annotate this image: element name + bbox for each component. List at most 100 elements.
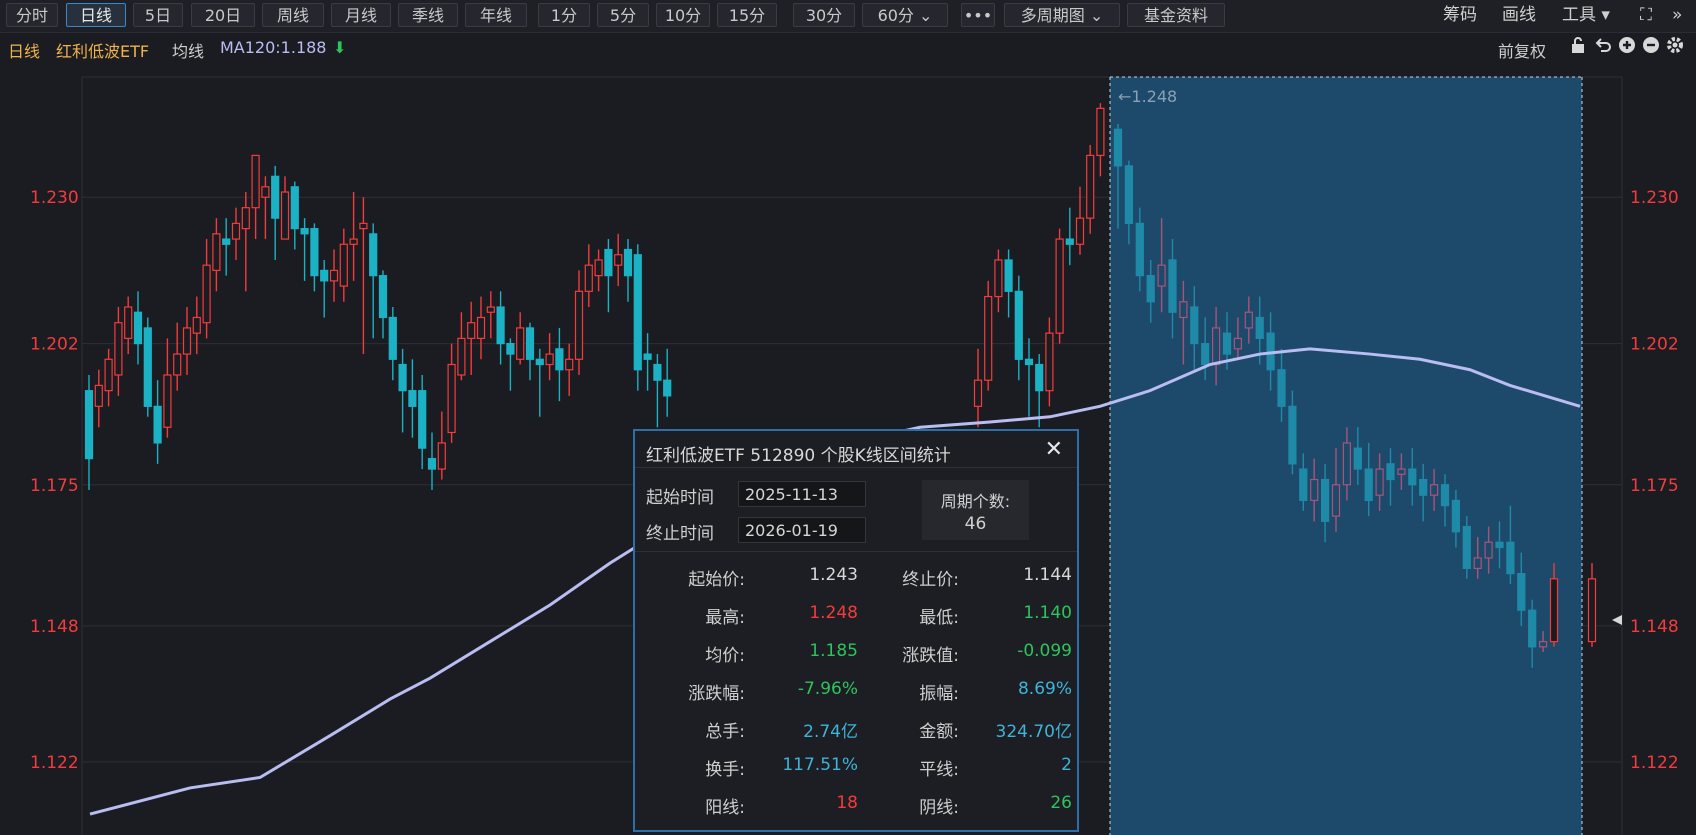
stat-key: 最高:	[705, 608, 745, 628]
candle-body	[555, 348, 564, 371]
stock-name: 红利低波ETF	[56, 42, 150, 61]
candle	[447, 343, 456, 443]
max-price-label: ←1.248	[1118, 87, 1177, 106]
period-button-3[interactable]: 20日	[191, 3, 255, 27]
candle-body	[1124, 165, 1134, 224]
period-button-14[interactable]: •••	[961, 3, 995, 27]
end-time-field[interactable]: 2026-01-19	[738, 517, 866, 543]
candle-body	[271, 175, 280, 219]
candle	[320, 259, 329, 318]
period-button-16[interactable]: 基金资料	[1127, 3, 1225, 27]
period-button-8[interactable]: 1分	[538, 3, 590, 27]
candle-body	[1045, 332, 1054, 392]
stat-value: -7.96%	[797, 679, 858, 699]
candle-body	[1462, 525, 1471, 569]
candle	[663, 348, 672, 417]
fq-label[interactable]: 前复权	[1498, 38, 1546, 62]
candle	[437, 411, 446, 480]
period-button-15[interactable]: 多周期图 ⌄	[1004, 3, 1120, 27]
candle-body	[1277, 369, 1286, 407]
candle-body	[241, 207, 250, 230]
candle	[251, 154, 260, 240]
period-button-2[interactable]: 5日	[133, 3, 183, 27]
candle	[300, 218, 309, 281]
period-button-0[interactable]: 分时	[6, 3, 58, 27]
candle-body	[1004, 259, 1013, 292]
candle-body	[104, 358, 113, 392]
period-button-12[interactable]: 30分	[793, 3, 855, 27]
toolbar-right-item-1[interactable]: 画线	[1502, 3, 1536, 27]
period-button-7[interactable]: 年线	[465, 3, 527, 27]
candle-body	[984, 295, 993, 381]
candle	[535, 348, 544, 417]
period-button-5[interactable]: 月线	[331, 3, 391, 27]
dialog-title: 红利低波ETF 512890 个股K线区间统计	[646, 446, 951, 466]
fullscreen-icon[interactable]: ⛶	[1640, 3, 1652, 27]
toolbar-right-item-2[interactable]: 工具 ▾	[1562, 3, 1610, 27]
candle-body	[1506, 541, 1515, 575]
candle-body	[1233, 337, 1243, 350]
period-button-11[interactable]: 15分	[717, 3, 777, 27]
candle-body	[447, 363, 456, 434]
indicator-info-row: 日线 红利低波ETF 均线 MA120:1.188 ⬇ 前复权	[0, 33, 1696, 63]
divider	[635, 551, 1077, 552]
toolbar-right-item-0[interactable]: 筹码	[1443, 3, 1477, 27]
candle	[1024, 338, 1034, 417]
candle-body	[1035, 363, 1044, 392]
candle	[516, 312, 525, 365]
lock-icon[interactable]	[1570, 36, 1586, 58]
ma-label[interactable]: 均线	[172, 38, 204, 62]
candle-body	[427, 458, 437, 470]
gear-icon[interactable]	[1666, 36, 1684, 58]
close-icon[interactable]: ✕	[1045, 437, 1063, 462]
candle	[222, 218, 231, 276]
period-button-4[interactable]: 周线	[262, 3, 324, 27]
y-tick-label-right: 1.148	[1630, 617, 1679, 637]
candle-body	[663, 379, 672, 397]
period-button-10[interactable]: 10分	[656, 3, 710, 27]
candle-body	[1538, 640, 1548, 648]
candle	[1587, 563, 1597, 647]
candle-body	[300, 228, 309, 235]
candle-body	[1342, 442, 1352, 486]
candle-body	[1146, 275, 1155, 303]
stat-key: 阳线:	[705, 798, 745, 818]
period-button-1[interactable]: 日线	[66, 3, 126, 27]
candle-body	[565, 358, 574, 371]
stat-key: 平线:	[919, 760, 959, 780]
stat-value: 1.243	[809, 565, 858, 585]
period-button-13[interactable]: 60分 ⌄	[862, 3, 948, 27]
candle-body	[1419, 478, 1428, 496]
candle	[614, 233, 623, 287]
undo-icon[interactable]	[1594, 36, 1612, 58]
candle-body	[1440, 484, 1450, 507]
candle	[1014, 275, 1023, 381]
candle-body	[1299, 468, 1308, 502]
candle	[124, 296, 133, 355]
candle-body	[290, 186, 299, 230]
candle	[349, 192, 358, 281]
candle-body	[1484, 541, 1493, 559]
more-chevron-icon[interactable]: »	[1672, 3, 1682, 27]
candle	[133, 291, 143, 365]
candle-body	[1065, 238, 1074, 245]
candle	[994, 249, 1003, 313]
candle	[231, 207, 241, 260]
candle	[182, 307, 192, 375]
stat-value: 26	[1050, 793, 1072, 813]
candle	[1065, 207, 1074, 266]
period-button-6[interactable]: 季线	[398, 3, 458, 27]
candle-body	[398, 363, 407, 392]
start-time-field[interactable]: 2025-11-13	[738, 481, 866, 507]
zoom-out-icon[interactable]	[1642, 36, 1660, 58]
period-toolbar: 分时 日线 5日 20日 周线 月线 季线 年线 1分 5分 10分 15分 30分 60分 ⌄ ••• 多周…	[0, 0, 1696, 33]
candle-body	[1168, 259, 1177, 313]
candle-body	[1113, 128, 1123, 167]
zoom-in-icon[interactable]	[1618, 36, 1636, 58]
candle	[369, 223, 378, 339]
candle	[623, 239, 633, 302]
candle-body	[280, 191, 290, 240]
period-button-9[interactable]: 5分	[597, 3, 649, 27]
candle-body	[437, 442, 446, 470]
candle	[467, 301, 476, 375]
